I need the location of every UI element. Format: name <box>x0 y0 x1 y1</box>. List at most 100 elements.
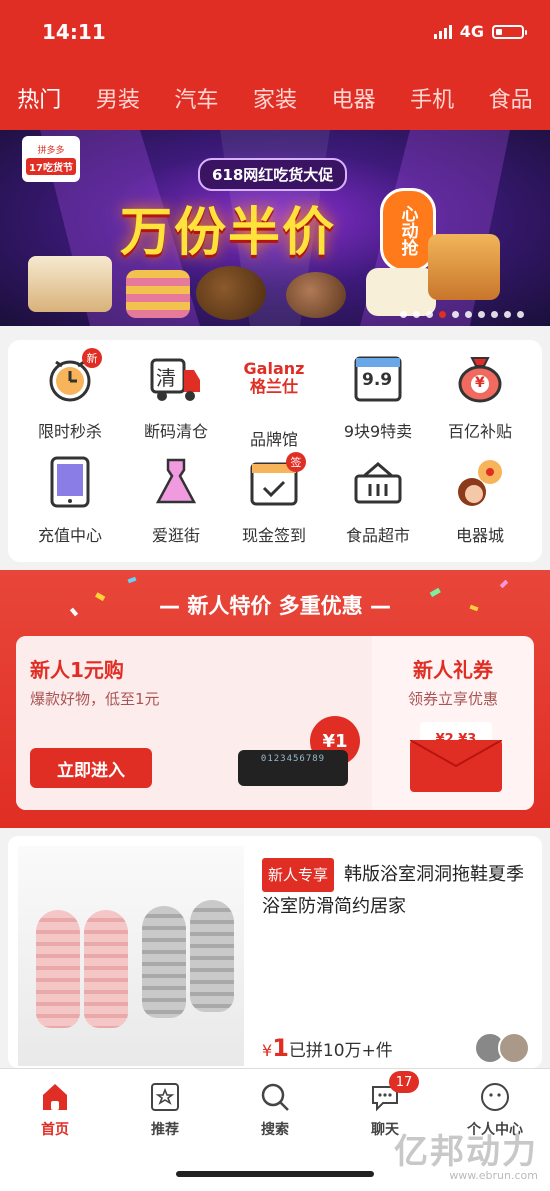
grid-label: 电器城 <box>455 526 504 545</box>
nav-home[interactable]: 首页 <box>10 1081 100 1139</box>
promo-card: 新人1元购 爆款好物，低至1元 立即进入 ¥1 0123456789 新人礼券 … <box>16 636 534 810</box>
grid-topup-center[interactable]: 充值中心 <box>20 456 120 546</box>
gray-slipper-image <box>142 906 186 1018</box>
nav-label: 首页 <box>41 1122 69 1138</box>
food-toast-image <box>428 234 500 300</box>
galanz-en: Galanz <box>243 359 305 378</box>
checkin-badge: 签 <box>286 452 306 472</box>
avatar <box>498 1032 530 1064</box>
status-bar: 14:11 4G <box>0 0 550 66</box>
badge-event: 17吃货节 <box>26 158 76 175</box>
nav-search[interactable]: 搜索 <box>230 1081 320 1139</box>
product-image <box>18 846 244 1066</box>
alarm-clock-icon: 新 <box>44 348 102 404</box>
grid-brand-hall[interactable]: Galanz 格兰仕 品牌馆 <box>224 352 324 450</box>
price-symbol: ¥ <box>262 1041 273 1060</box>
promo-title: — 新人特价 多重优惠 — <box>159 594 391 618</box>
grid-label: 百亿补贴 <box>447 422 512 441</box>
money-bag-icon: ¥ <box>454 352 506 404</box>
network-label: 4G <box>459 22 484 41</box>
category-tabs: 热门 男装 汽车 家装 电器 手机 食品 <box>0 66 550 130</box>
carousel-dots[interactable] <box>400 311 524 318</box>
food-nuts-image <box>196 266 266 320</box>
red-envelope-icon <box>409 739 503 792</box>
feature-grid: 新 限时秒杀 清 断码清仓 Galanz 格兰仕 品牌馆 9.9 9块9特卖 ¥… <box>8 340 542 562</box>
dress-icon <box>150 456 202 508</box>
grid-flash-sale[interactable]: 新 限时秒杀 <box>20 348 120 442</box>
grid-label: 食品超市 <box>345 526 410 545</box>
basket-icon <box>352 456 404 508</box>
tab-menswear[interactable]: 男装 <box>96 82 140 114</box>
tab-hot[interactable]: 热门 <box>17 82 61 114</box>
chat-unread-badge: 17 <box>389 1071 419 1093</box>
signal-icon <box>433 24 452 39</box>
clearance-truck-icon: 清 <box>150 352 202 404</box>
grid-label: 限时秒杀 <box>37 422 102 441</box>
home-icon <box>39 1081 71 1113</box>
grid-label: 断码清仓 <box>143 422 208 441</box>
nav-label: 搜索 <box>261 1122 289 1138</box>
food-bread-image <box>366 268 436 316</box>
clearance-char: 清 <box>156 366 176 390</box>
grid-subsidy[interactable]: ¥ 百亿补贴 <box>430 352 530 442</box>
tab-auto[interactable]: 汽车 <box>174 82 218 114</box>
new-user-promo: — 新人特价 多重优惠 — 新人1元购 爆款好物，低至1元 立即进入 ¥1 01… <box>0 570 550 828</box>
battery-icon <box>492 24 527 39</box>
grid-label: 充值中心 <box>37 526 102 545</box>
product-card[interactable]: 新人专享 韩版浴室洞洞拖鞋夏季浴室防滑简约居家 ¥1已拼10万+件 <box>8 836 542 1068</box>
galanz-cn: 格兰仕 <box>249 377 298 396</box>
promo-banner[interactable]: 拼多多 17吃货节 618网红吃货大促 万份半价 心动抢 <box>0 130 550 326</box>
tablet-icon <box>44 456 96 508</box>
one-yuan-deal[interactable]: 新人1元购 爆款好物，低至1元 立即进入 ¥1 0123456789 <box>16 636 372 810</box>
grid-cash-checkin[interactable]: 签 现金签到 <box>224 452 324 546</box>
watermark: 亿邦动力 www.ebrun.com <box>394 1124 538 1182</box>
pink-slipper-image <box>84 910 128 1028</box>
home-indicator[interactable] <box>176 1171 374 1177</box>
festival-badge: 拼多多 17吃货节 <box>22 136 80 182</box>
search-icon <box>259 1081 291 1113</box>
plate-digits: 0123456789 <box>260 754 326 764</box>
food-cake-image <box>286 272 346 318</box>
yen-symbol: ¥ <box>475 375 485 391</box>
product-title: 新人专享 韩版浴室洞洞拖鞋夏季浴室防滑简约居家 <box>262 858 530 922</box>
sold-count: 已拼10万+件 <box>288 1041 393 1061</box>
girl-fan-icon <box>454 456 506 508</box>
coupon-subtitle: 领券立享优惠 <box>407 690 498 708</box>
grid-clearance[interactable]: 清 断码清仓 <box>126 352 226 442</box>
product-price: ¥1已拼10万+件 <box>262 1034 393 1062</box>
watermark-brand: 亿邦动力 <box>394 1132 538 1172</box>
star-card-icon <box>149 1081 181 1113</box>
tab-phones[interactable]: 手机 <box>410 82 454 114</box>
grid-label: 9块9特卖 <box>343 422 413 441</box>
galanz-logo-icon: Galanz 格兰仕 <box>234 352 314 412</box>
new-user-coupon[interactable]: 新人礼券 领券立享优惠 ¥2 ¥3 <box>372 636 534 810</box>
grid-9-9-sale[interactable]: 9.9 9块9特卖 <box>328 352 428 442</box>
one-yuan-subtitle: 爆款好物，低至1元 <box>30 690 160 708</box>
parking-plate-image: 0123456789 <box>238 750 348 786</box>
grid-food-market[interactable]: 食品超市 <box>328 456 428 546</box>
price-value: 1 <box>272 1034 289 1062</box>
calendar-99-icon: 9.9 <box>352 352 404 404</box>
one-yuan-title: 新人1元购 <box>30 658 124 682</box>
grid-shopping-street[interactable]: 爱逛街 <box>126 456 226 546</box>
nav-recommend[interactable]: 推荐 <box>120 1081 210 1139</box>
banner-subtitle: 618网红吃货大促 <box>198 158 348 191</box>
coupon-title: 新人礼券 <box>413 658 493 682</box>
chat-icon: 17 <box>369 1071 419 1113</box>
new-user-tag: 新人专享 <box>262 858 335 892</box>
buyer-avatars <box>474 1032 530 1064</box>
enter-now-button[interactable]: 立即进入 <box>30 748 152 788</box>
pink-slipper-image <box>36 910 80 1028</box>
banner-headline: 万份半价 <box>120 203 337 263</box>
price-99-text: 9.9 <box>362 370 393 390</box>
gray-slipper-image <box>190 900 234 1012</box>
badge-brand: 拼多多 <box>37 146 65 156</box>
tab-home-decor[interactable]: 家装 <box>253 82 297 114</box>
nav-label: 推荐 <box>151 1122 179 1138</box>
status-time: 14:11 <box>42 20 106 44</box>
tab-food[interactable]: 食品 <box>489 82 533 114</box>
food-sandwich-image <box>28 256 112 312</box>
grid-label: 现金签到 <box>241 526 306 545</box>
tab-appliances[interactable]: 电器 <box>332 82 376 114</box>
grid-appliance-mall[interactable]: 电器城 <box>430 456 530 546</box>
